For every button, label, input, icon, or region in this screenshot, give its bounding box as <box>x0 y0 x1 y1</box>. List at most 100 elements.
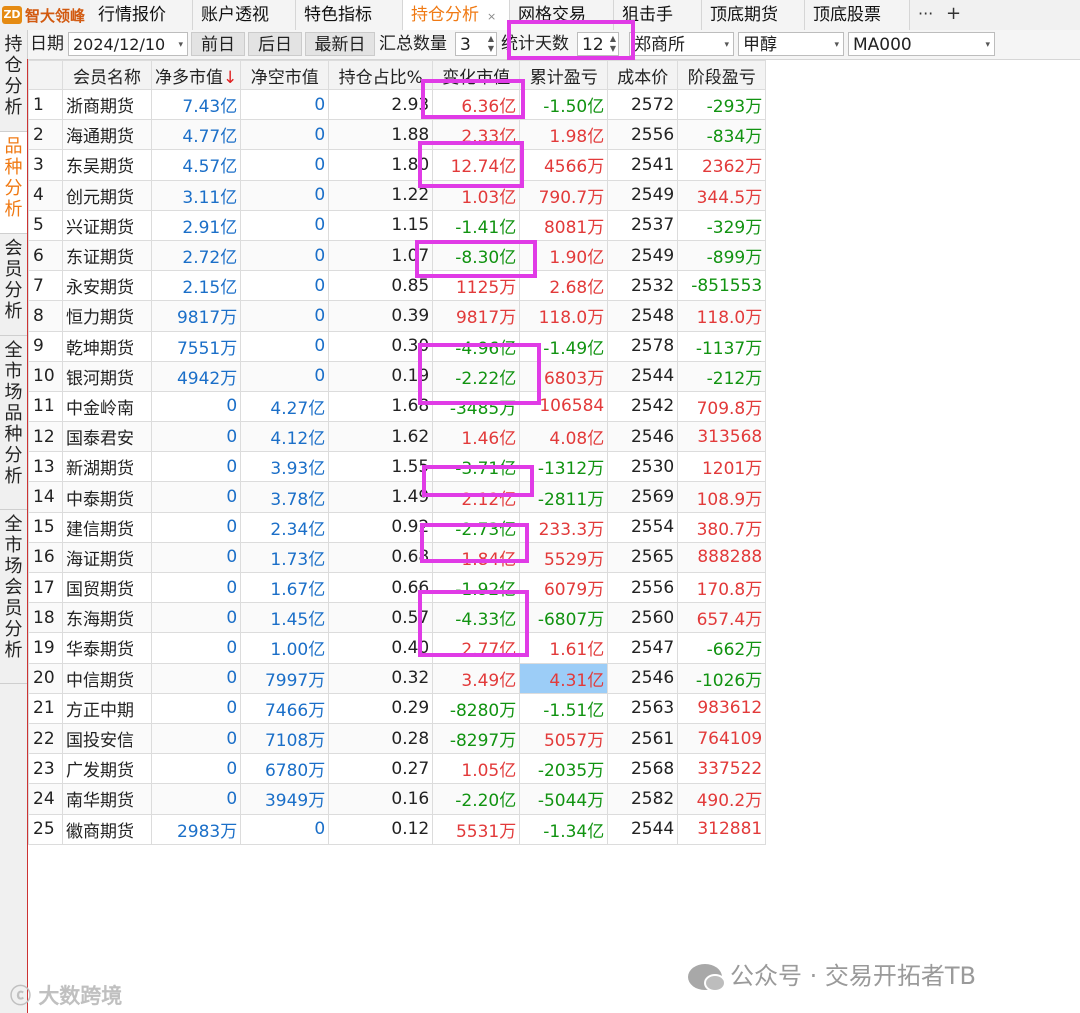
cell-net-short-value[interactable]: 7108万 <box>240 722 330 755</box>
more-tabs-icon[interactable]: ··· <box>918 0 933 30</box>
cell-net-short-value[interactable]: 3.93亿 <box>240 451 330 483</box>
cell-period-pnl[interactable]: 170.8万 <box>677 571 767 604</box>
cell-net-short-value[interactable]: 0 <box>240 300 330 332</box>
cell-member-name[interactable]: 新湖期货 <box>62 451 152 483</box>
cell-cumulative-pnl[interactable]: 4.08亿 <box>519 421 609 453</box>
cell-index[interactable]: 17 <box>28 571 63 604</box>
cell-member-name[interactable]: 国泰君安 <box>62 421 152 453</box>
cell-net-long-value[interactable]: 0 <box>150 662 242 694</box>
cell-period-pnl[interactable]: 2362万 <box>677 149 767 181</box>
cell-cumulative-pnl[interactable]: 5057万 <box>519 722 609 755</box>
cell-position-ratio[interactable]: 1.49 <box>328 481 434 513</box>
cell-net-short-value[interactable]: 1.67亿 <box>240 571 330 604</box>
cell-value-change[interactable]: 9817万 <box>432 300 521 332</box>
cell-cost-price[interactable]: 2542 <box>607 390 679 423</box>
cell-cost-price[interactable]: 2556 <box>607 119 679 151</box>
col-header-index[interactable] <box>28 60 63 90</box>
table-row[interactable]: 21 方正中期 0 7466万 0.29 -8280万 -1.51亿 2563 983612 <box>28 692 767 724</box>
cell-period-pnl[interactable]: -662万 <box>677 632 767 664</box>
cell-period-pnl[interactable]: 118.0万 <box>677 300 767 332</box>
cell-cumulative-pnl[interactable]: -2035万 <box>519 753 609 785</box>
cell-net-long-value[interactable]: 0 <box>150 421 242 453</box>
product-select[interactable]: 甲醇 ▾ <box>738 32 844 56</box>
table-row[interactable]: 9 乾坤期货 7551万 0 0.30 -4.96亿 -1.49亿 2578 -1137万 <box>28 330 767 362</box>
cell-net-short-value[interactable]: 3.78亿 <box>240 481 330 513</box>
table-row[interactable]: 20 中信期货 0 7997万 0.32 3.49亿 4.31亿 2546 -1026万 <box>28 662 767 694</box>
cell-net-long-value[interactable]: 0 <box>150 632 242 664</box>
cell-position-ratio[interactable]: 1.68 <box>328 390 434 423</box>
cell-net-long-value[interactable]: 0 <box>150 692 242 724</box>
cell-period-pnl[interactable]: 313568 <box>677 421 767 453</box>
cell-cost-price[interactable]: 2530 <box>607 451 679 483</box>
cell-position-ratio[interactable]: 0.39 <box>328 300 434 332</box>
cell-period-pnl[interactable]: 764109 <box>677 722 767 755</box>
cell-net-long-value[interactable]: 2.15亿 <box>150 270 242 302</box>
cell-cost-price[interactable]: 2532 <box>607 270 679 302</box>
table-row[interactable]: 12 国泰君安 0 4.12亿 1.62 1.46亿 4.08亿 2546 313568 <box>28 421 767 453</box>
cell-index[interactable]: 15 <box>28 511 63 543</box>
tab-account-view[interactable]: 账户透视 <box>193 0 296 30</box>
cell-net-long-value[interactable]: 0 <box>150 571 242 604</box>
cell-index[interactable]: 5 <box>28 209 63 241</box>
table-row[interactable]: 22 国投安信 0 7108万 0.28 -8297万 5057万 2561 764109 <box>28 722 767 755</box>
cell-net-short-value[interactable]: 0 <box>240 88 330 121</box>
cell-period-pnl[interactable]: 344.5万 <box>677 179 767 211</box>
cell-cumulative-pnl[interactable]: 1.90亿 <box>519 239 609 272</box>
cell-net-long-value[interactable]: 0 <box>150 602 242 634</box>
cell-net-short-value[interactable]: 0 <box>240 179 330 211</box>
cell-value-change[interactable]: -4.33亿 <box>432 602 521 634</box>
cell-member-name[interactable]: 方正中期 <box>62 692 152 724</box>
cell-cost-price[interactable]: 2537 <box>607 209 679 241</box>
cell-index[interactable]: 18 <box>28 602 63 634</box>
cell-position-ratio[interactable]: 0.16 <box>328 783 434 815</box>
cell-member-name[interactable]: 创元期货 <box>62 179 152 211</box>
cell-cost-price[interactable]: 2556 <box>607 571 679 604</box>
table-row[interactable]: 5 兴证期货 2.91亿 0 1.15 -1.41亿 8081万 2537 -329万 <box>28 209 767 241</box>
side-tab-product-analysis[interactable]: 品种分析 <box>0 132 27 234</box>
col-header-net-short-value[interactable]: 净空市值 <box>240 60 330 90</box>
tab-market-quotes[interactable]: 行情报价 <box>90 0 193 30</box>
table-row[interactable]: 24 南华期货 0 3949万 0.16 -2.20亿 -5044万 2582 490.2万 <box>28 783 767 815</box>
cell-period-pnl[interactable]: 108.9万 <box>677 481 767 513</box>
table-row[interactable]: 19 华泰期货 0 1.00亿 0.40 2.77亿 1.61亿 2547 -662万 <box>28 632 767 664</box>
contract-select[interactable]: MA000 ▾ <box>848 32 995 56</box>
cell-position-ratio[interactable]: 0.29 <box>328 692 434 724</box>
cell-position-ratio[interactable]: 0.40 <box>328 632 434 664</box>
cell-cumulative-pnl[interactable]: -2811万 <box>519 481 609 513</box>
cell-member-name[interactable]: 中泰期货 <box>62 481 152 513</box>
cell-position-ratio[interactable]: 0.57 <box>328 602 434 634</box>
cell-member-name[interactable]: 恒力期货 <box>62 300 152 332</box>
cell-cost-price[interactable]: 2572 <box>607 88 679 121</box>
cell-cumulative-pnl[interactable]: 790.7万 <box>519 179 609 211</box>
cell-net-long-value[interactable]: 3.11亿 <box>150 179 242 211</box>
table-row[interactable]: 6 东证期货 2.72亿 0 1.07 -8.30亿 1.90亿 2549 -899万 <box>28 239 767 272</box>
cell-position-ratio[interactable]: 1.88 <box>328 119 434 151</box>
cell-index[interactable]: 22 <box>28 722 63 755</box>
cell-cost-price[interactable]: 2546 <box>607 421 679 453</box>
cell-index[interactable]: 4 <box>28 179 63 211</box>
cell-period-pnl[interactable]: -212万 <box>677 360 767 392</box>
cell-value-change[interactable]: 3.49亿 <box>432 662 521 694</box>
cell-value-change[interactable]: -3485万 <box>432 390 521 423</box>
cell-net-short-value[interactable]: 1.00亿 <box>240 632 330 664</box>
cell-period-pnl[interactable]: -851553 <box>677 270 767 302</box>
cell-index[interactable]: 7 <box>28 270 63 302</box>
cell-cumulative-pnl[interactable]: 1.61亿 <box>519 632 609 664</box>
cell-member-name[interactable]: 徽商期货 <box>62 813 152 845</box>
cell-value-change[interactable]: 1125万 <box>432 270 521 302</box>
col-header-position-ratio[interactable]: 持仓占比% <box>328 60 434 90</box>
cell-member-name[interactable]: 广发期货 <box>62 753 152 785</box>
cell-cost-price[interactable]: 2541 <box>607 149 679 181</box>
cell-value-change[interactable]: -3.71亿 <box>432 451 521 483</box>
cell-cumulative-pnl[interactable]: 2.68亿 <box>519 270 609 302</box>
latest-day-button[interactable]: 最新日 <box>305 32 375 56</box>
cell-index[interactable]: 23 <box>28 753 63 785</box>
col-header-member-name[interactable]: 会员名称 <box>62 60 152 90</box>
add-tab-icon[interactable]: + <box>946 0 961 30</box>
cell-index[interactable]: 25 <box>28 813 63 845</box>
cell-position-ratio[interactable]: 1.55 <box>328 451 434 483</box>
cell-period-pnl[interactable]: 888288 <box>677 541 767 574</box>
cell-member-name[interactable]: 国投安信 <box>62 722 152 755</box>
cell-position-ratio[interactable]: 0.32 <box>328 662 434 694</box>
cell-cumulative-pnl[interactable]: 233.3万 <box>519 511 609 543</box>
